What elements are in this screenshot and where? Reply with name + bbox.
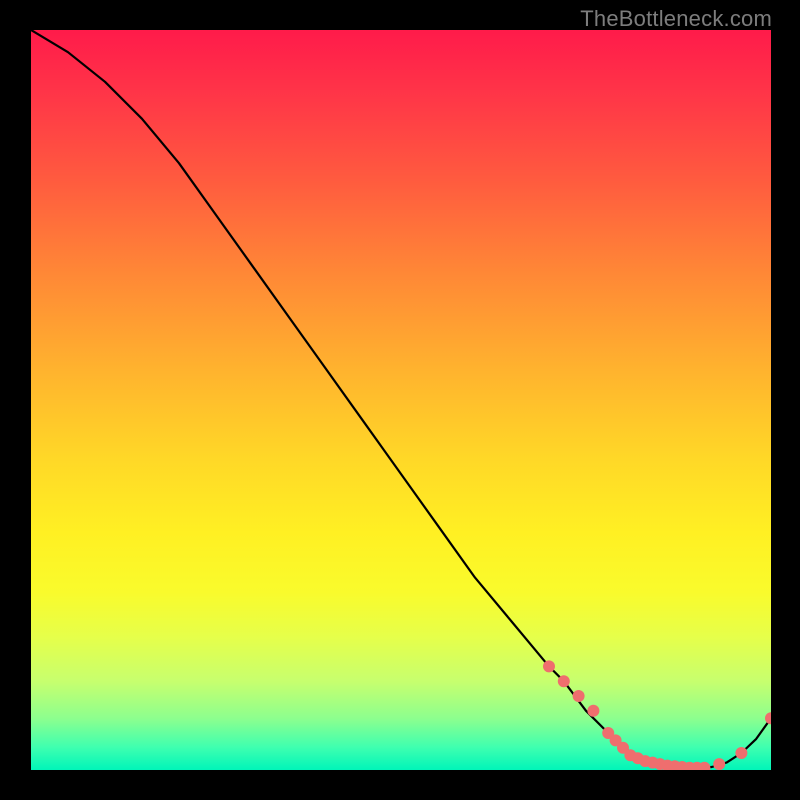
marker-dot <box>558 675 570 687</box>
plot-area <box>31 30 771 770</box>
curve-line <box>31 30 771 768</box>
marker-dot <box>735 747 747 759</box>
marker-dot <box>765 712 771 724</box>
marker-dot <box>543 660 555 672</box>
plot-svg <box>31 30 771 770</box>
marker-group <box>543 660 771 770</box>
marker-dot <box>573 690 585 702</box>
chart-stage: TheBottleneck.com <box>0 0 800 800</box>
marker-dot <box>713 758 725 770</box>
marker-dot <box>587 705 599 717</box>
watermark-text: TheBottleneck.com <box>580 6 772 32</box>
